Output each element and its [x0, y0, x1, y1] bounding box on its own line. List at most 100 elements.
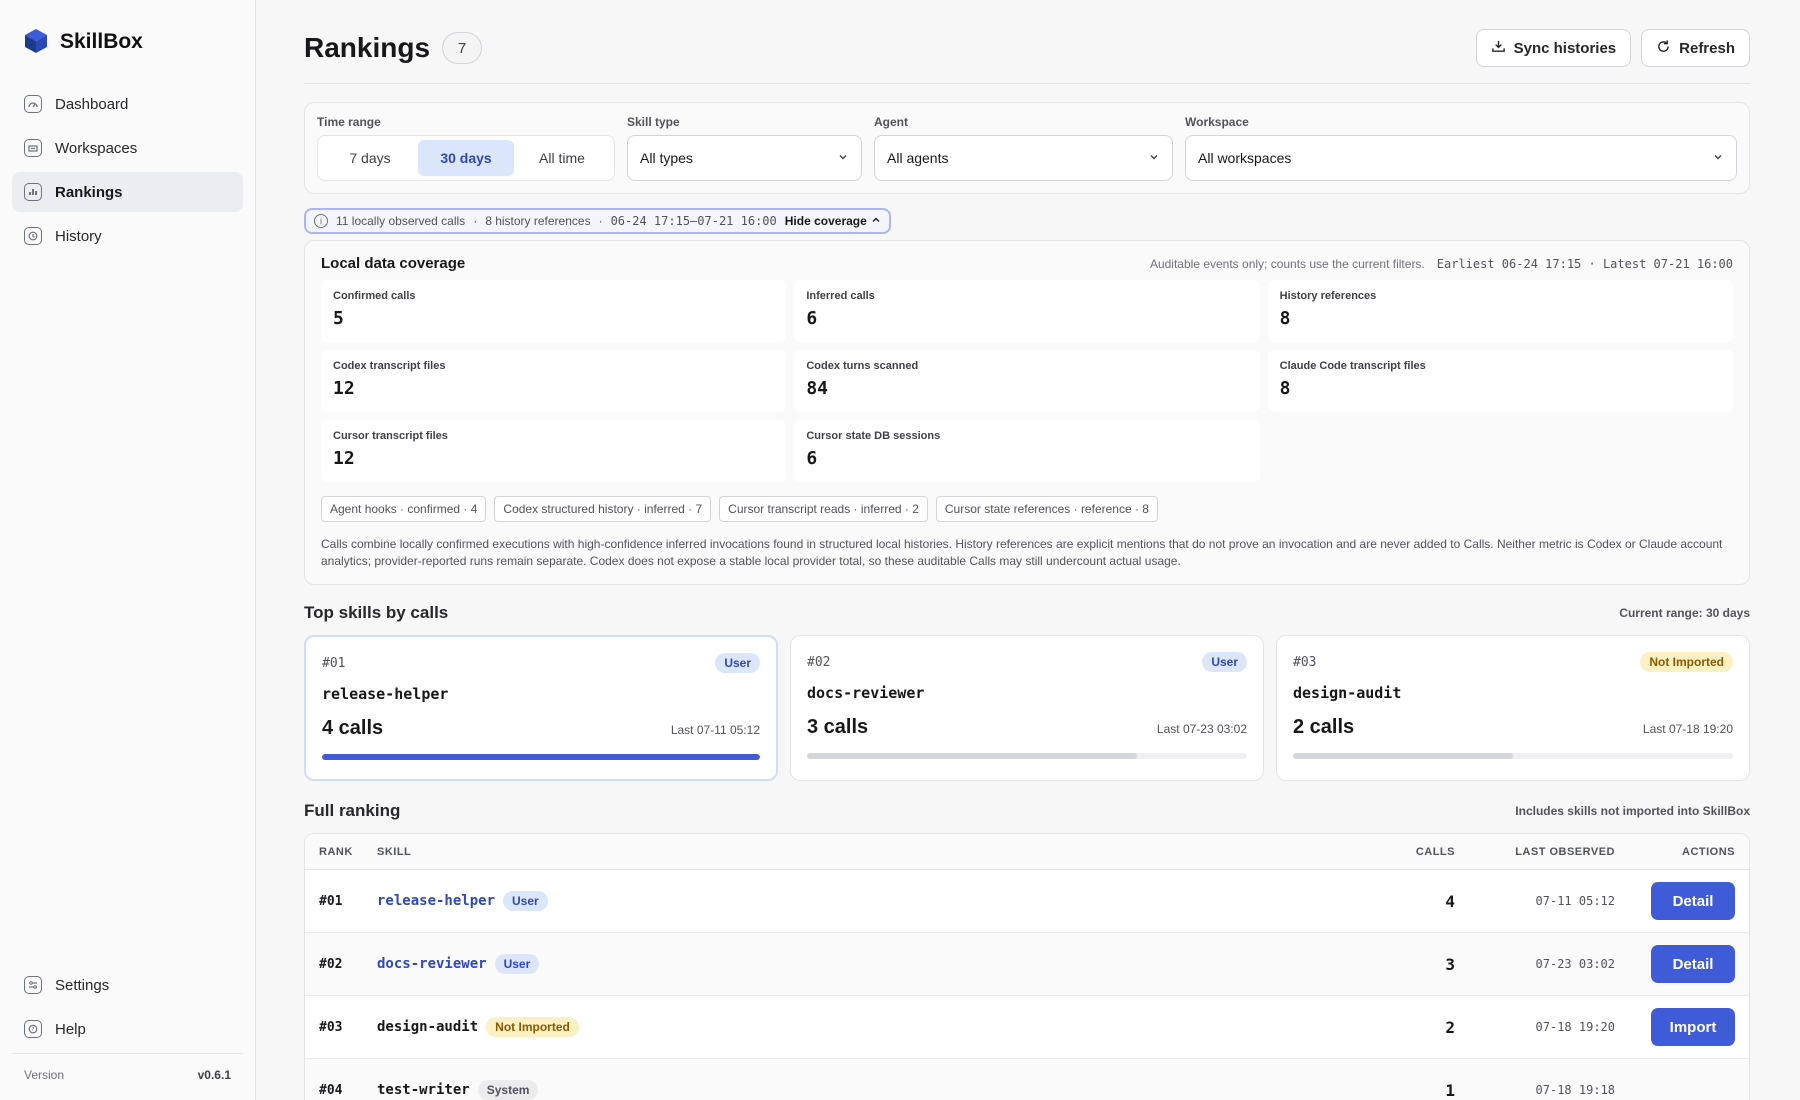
page-header: Rankings 7 Sync histories Refresh [304, 28, 1750, 68]
metric-value: 8 [1279, 308, 1291, 329]
agent-value: All agents [887, 150, 949, 166]
main-content: Rankings 7 Sync histories Refresh Time r… [256, 0, 1800, 1100]
sidebar-item-workspaces[interactable]: Workspaces [12, 128, 243, 168]
source-tag: Agent hooks · confirmed · 4 [321, 496, 487, 522]
metric-label: Codex turns scanned [806, 360, 919, 372]
skill-type-badge: User [503, 891, 548, 911]
skill-type-select[interactable]: All types [627, 135, 862, 181]
coverage-earliest-latest: Earliest 06-24 17:15 · Latest 07-21 16:0… [1436, 256, 1733, 271]
skill-link[interactable]: docs-reviewer [377, 956, 487, 972]
metric-confirmed-calls: Confirmed calls 5 [321, 280, 787, 342]
coverage-source-tags: Agent hooks · confirmed · 4 Codex struct… [321, 496, 1733, 522]
time-range-segmented: 7 days 30 days All time [317, 135, 615, 181]
card-rank: #02 [807, 654, 831, 670]
time-option-30-days[interactable]: 30 days [418, 140, 514, 176]
metric-value: 5 [333, 308, 344, 329]
skill-type-badge: System [477, 1080, 539, 1100]
agent-select[interactable]: All agents [874, 135, 1173, 181]
table-row[interactable]: #04 test-writer System 1 07-18 19:18 [305, 1059, 1749, 1100]
card-calls: 2 calls [1293, 716, 1355, 738]
skill-type-badge: User [1202, 652, 1247, 672]
sidebar-item-history[interactable]: History [12, 216, 243, 256]
row-last-observed: 07-23 03:02 [1535, 957, 1615, 971]
table-row[interactable]: #03 design-audit Not Imported 2 07-18 19… [305, 996, 1749, 1059]
current-range-note: Current range: 30 days [1619, 606, 1750, 620]
ranking-table: RANK SKILL CALLS LAST OBSERVED ACTIONS #… [304, 833, 1750, 1100]
metric-value: 6 [806, 308, 818, 329]
skill-type-badge: User [494, 954, 540, 974]
sync-histories-button[interactable]: Sync histories [1475, 29, 1632, 67]
skill-link[interactable]: release-helper [377, 893, 495, 909]
observed-calls-text: 11 locally observed calls [336, 214, 466, 228]
app-name: SkillBox [60, 30, 143, 53]
detail-button[interactable]: Detail [1651, 882, 1735, 920]
chevron-down-icon [1712, 150, 1724, 166]
skill-type-value: All types [640, 150, 693, 166]
svg-text:?: ? [32, 1027, 35, 1033]
workspace-select[interactable]: All workspaces [1185, 135, 1737, 181]
time-range-label: Time range [317, 115, 381, 129]
share-bar-fill [1293, 753, 1513, 759]
share-bar-track [322, 754, 760, 760]
full-ranking-title: Full ranking [304, 801, 401, 820]
coverage-summary-toggle[interactable]: i 11 locally observed calls · 8 history … [304, 208, 891, 234]
card-last-observed: Last 07-23 03:02 [1156, 722, 1247, 736]
table-row[interactable]: #02 docs-reviewer User 3 07-23 03:02 Det… [305, 933, 1749, 996]
column-header-skill[interactable]: SKILL [377, 846, 1355, 858]
history-references-text: 8 history references [485, 214, 591, 228]
top-skills-cards: #01 User release-helper 4 calls Last 07-… [304, 635, 1750, 781]
table-header: RANK SKILL CALLS LAST OBSERVED ACTIONS [305, 834, 1749, 870]
skill-type-badge: Not Imported [486, 1017, 579, 1037]
sidebar-item-dashboard[interactable]: Dashboard [12, 84, 243, 124]
top-skill-card[interactable]: #02 User docs-reviewer 3 calls Last 07-2… [790, 635, 1264, 781]
metric-cursor-transcript-files: Cursor transcript files 12 [321, 420, 787, 482]
full-ranking-note: Includes skills not imported into SkillB… [1515, 804, 1750, 818]
skill-count-badge: 7 [442, 32, 483, 64]
hide-coverage-button[interactable]: Hide coverage [785, 214, 881, 228]
card-rank: #03 [1293, 654, 1317, 670]
metric-label: Cursor transcript files [333, 430, 448, 442]
column-header-actions: ACTIONS [1682, 845, 1735, 858]
row-last-observed: 07-18 19:18 [1535, 1083, 1615, 1097]
card-skill-name: docs-reviewer [807, 684, 925, 702]
sync-histories-label: Sync histories [1513, 39, 1617, 57]
card-last-observed: Last 07-11 05:12 [670, 723, 760, 737]
version-label: Version [24, 1068, 65, 1082]
refresh-button[interactable]: Refresh [1641, 29, 1750, 67]
top-skill-card[interactable]: #03 Not Imported design-audit 2 calls La… [1276, 635, 1750, 781]
gauge-icon [24, 95, 42, 113]
card-skill-name: release-helper [322, 685, 449, 703]
agent-label: Agent [874, 115, 908, 129]
metric-value: 12 [333, 378, 355, 399]
time-option-7-days[interactable]: 7 days [322, 140, 418, 176]
brand[interactable]: SkillBox [12, 0, 243, 84]
version-row: Version v0.6.1 [12, 1053, 243, 1100]
import-button[interactable]: Import [1651, 1008, 1735, 1046]
sidebar-item-label: Settings [55, 976, 110, 994]
folder-icon [24, 139, 42, 157]
time-option-all-time[interactable]: All time [514, 140, 610, 176]
coverage-title: Local data coverage [321, 255, 466, 272]
workspace-label: Workspace [1185, 115, 1249, 129]
table-row[interactable]: #01 release-helper User 4 07-11 05:12 De… [305, 870, 1749, 933]
sidebar-item-help[interactable]: ? Help [12, 1009, 243, 1049]
sliders-icon [24, 976, 42, 994]
history-icon [24, 227, 42, 245]
top-skill-card[interactable]: #01 User release-helper 4 calls Last 07-… [304, 635, 778, 781]
column-header-last-observed[interactable]: LAST OBSERVED [1455, 846, 1615, 858]
coverage-panel: Local data coverage Auditable events onl… [304, 240, 1750, 585]
metric-inferred-calls: Inferred calls 6 [794, 280, 1260, 342]
column-header-calls[interactable]: CALLS [1355, 846, 1455, 858]
row-calls: 3 [1445, 954, 1455, 974]
column-header-rank[interactable]: RANK [305, 846, 377, 858]
sidebar-item-rankings[interactable]: Rankings [12, 172, 243, 212]
share-bar-track [1293, 753, 1733, 759]
detail-button[interactable]: Detail [1651, 945, 1735, 983]
sidebar-item-settings[interactable]: Settings [12, 965, 243, 1005]
bar-chart-icon [24, 183, 42, 201]
metric-label: Inferred calls [806, 290, 875, 302]
chevron-down-icon [1148, 150, 1160, 166]
sidebar-item-label: Dashboard [55, 95, 129, 113]
skill-type-label: Skill type [627, 115, 680, 129]
coverage-metrics: Confirmed calls 5 Inferred calls 6 Histo… [321, 280, 1733, 482]
